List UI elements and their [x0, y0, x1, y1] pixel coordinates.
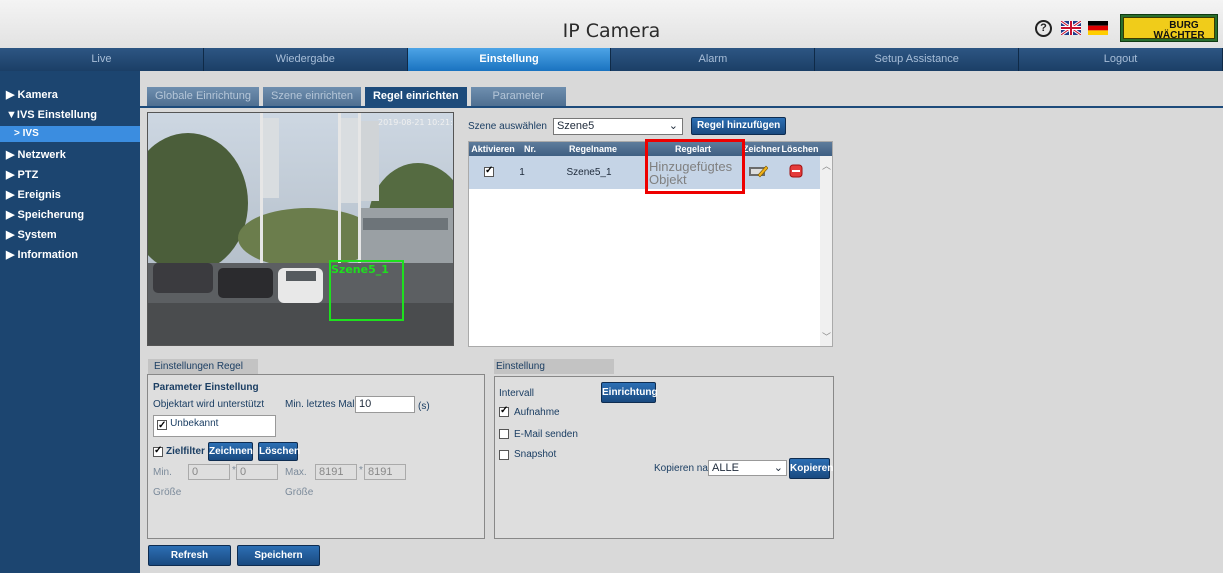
setup-button[interactable]: Einrichtung [601, 382, 658, 403]
rule-number: 1 [519, 167, 525, 178]
times-sign: * [359, 465, 363, 476]
snapshot-checkbox[interactable] [499, 450, 509, 460]
draw-filter-button[interactable]: Zeichnen [208, 442, 253, 461]
scroll-up-icon[interactable]: ︿ [822, 159, 831, 172]
save-button[interactable]: Speichern [237, 545, 320, 566]
recording-checkbox[interactable] [499, 405, 509, 417]
delete-icon[interactable] [789, 164, 803, 178]
target-filter-label: Zielfilter [166, 446, 205, 457]
rule-settings-title: Einstellungen Regel [148, 359, 258, 374]
email-label: E-Mail senden [514, 429, 578, 440]
copy-to-value: ALLE [712, 462, 739, 474]
min-size-label: Größe [153, 487, 182, 498]
svg-text:WÄCHTER: WÄCHTER [1153, 28, 1205, 40]
sidebar-item-speicherung[interactable]: ▶ Speicherung [0, 205, 140, 225]
target-filter-checkbox[interactable] [153, 445, 163, 457]
rule-name: Szene5_1 [566, 167, 612, 178]
nav-tab-live[interactable]: Live [0, 48, 204, 71]
max-width-input[interactable]: 8191 [315, 464, 357, 480]
tab-parameter[interactable]: Parameter [470, 87, 566, 106]
highlight-box [645, 139, 745, 194]
scene-select-row: Szene auswählen Szene5 ⌄ Regel hinzufüge… [468, 117, 787, 135]
unknown-checkbox[interactable] [157, 418, 167, 433]
zone-label: Szene5_1 [331, 263, 389, 276]
german-flag-icon[interactable] [1088, 21, 1108, 35]
min-last-unit: (s) [418, 401, 430, 412]
nav-tab-logout[interactable]: Logout [1019, 48, 1223, 71]
scene-select-label: Szene auswählen [468, 120, 547, 132]
nav-tab-alarm[interactable]: Alarm [611, 48, 816, 71]
rule-settings-panel: Parameter Einstellung Objektart wird unt… [147, 374, 485, 539]
chevron-down-icon: ⌄ [773, 462, 783, 474]
min-width-input[interactable]: 0 [188, 464, 230, 480]
table-scrollbar[interactable]: ︿ ﹀ [820, 156, 832, 346]
column-header: Zeichnen [743, 144, 780, 154]
main-nav: Live Wiedergabe Einstellung Alarm Setup … [0, 48, 1223, 71]
email-checkbox[interactable] [499, 429, 509, 439]
pencil-icon[interactable] [748, 164, 768, 178]
column-header: Löschen [781, 144, 819, 154]
uk-flag-icon[interactable] [1061, 21, 1081, 35]
sidebar-item-information[interactable]: ▶ Information [0, 245, 140, 265]
min-label: Min. [153, 467, 172, 478]
interval-label: Intervall [499, 388, 535, 399]
sidebar-item-ereignis[interactable]: ▶ Ereignis [0, 185, 140, 205]
sidebar-item-ivs[interactable]: > IVS [0, 126, 140, 142]
svg-text:2019-08-21 10:21:14: 2019-08-21 10:21:14 [378, 118, 454, 127]
alarm-settings-title: Einstellung Alarmaktivierung [494, 359, 614, 387]
param-heading: Parameter Einstellung [153, 382, 259, 393]
max-height-input[interactable]: 8191 [364, 464, 406, 480]
tab-szene-einrichten[interactable]: Szene einrichten [263, 87, 361, 106]
scene-select-value: Szene5 [556, 119, 595, 132]
column-header: Regelname [568, 144, 618, 154]
brand-logo: BURG WÄCHTER [1120, 14, 1218, 42]
tab-globale-einrichtung[interactable]: Globale Einrichtung [147, 87, 260, 106]
refresh-button[interactable]: Refresh [148, 545, 231, 566]
alarm-settings-panel: Intervall Einrichtung Aufnahme E-Mail se… [494, 376, 834, 539]
sidebar-item-ptz[interactable]: ▶ PTZ [0, 165, 140, 185]
chevron-down-icon: ⌄ [668, 119, 678, 132]
main-content: Globale Einrichtung Szene einrichten Reg… [140, 71, 1223, 573]
min-height-input[interactable]: 0 [236, 464, 278, 480]
rule-table: Aktivieren Nr. Regelname Regelart Zeichn… [468, 139, 833, 347]
snapshot-label: Snapshot [514, 449, 557, 460]
tab-underline [140, 106, 1223, 108]
header: IP Camera ? BURG WÄCHTER [0, 0, 1223, 48]
scroll-down-icon[interactable]: ﹀ [822, 330, 831, 343]
camera-scene-image: 2019-08-21 10:21:14 [148, 113, 454, 345]
nav-tab-einstellung[interactable]: Einstellung [407, 48, 612, 71]
sidebar: ▶ Kamera ▼IVS Einstellung > IVS ▶ Netzwe… [0, 71, 140, 573]
object-type-list[interactable]: Unbekannt [153, 415, 276, 437]
nav-tab-wiedergabe[interactable]: Wiedergabe [203, 48, 408, 71]
sidebar-item-ivs-einstellung[interactable]: ▼IVS Einstellung [0, 105, 140, 125]
object-type-label: Objektart wird unterstützt [153, 399, 265, 410]
copy-button[interactable]: Kopieren [789, 458, 833, 479]
sidebar-item-system[interactable]: ▶ System [0, 225, 140, 245]
column-header: Aktivieren [471, 144, 515, 154]
rule-enable-checkbox[interactable] [484, 165, 494, 178]
unknown-label: Unbekannt [170, 418, 219, 429]
add-rule-button[interactable]: Regel hinzufügen [690, 117, 787, 135]
copy-to-select[interactable]: ALLE ⌄ [708, 460, 787, 476]
question-circle-icon[interactable]: ? [1035, 20, 1052, 37]
delete-filter-button[interactable]: Löschen [258, 442, 300, 461]
min-last-input[interactable]: 10 [355, 396, 415, 413]
min-last-label: Min. letztes Mal [285, 399, 355, 410]
sidebar-item-kamera[interactable]: ▶ Kamera [0, 85, 140, 105]
sub-tabs: Globale Einrichtung Szene einrichten Reg… [147, 87, 570, 106]
camera-preview[interactable]: 2019-08-21 10:21:14 Szene5_1 [147, 112, 454, 346]
column-header: Nr. [523, 144, 536, 154]
nav-tab-setup-assistance[interactable]: Setup Assistance [815, 48, 1020, 71]
recording-label: Aufnahme [514, 407, 560, 418]
tab-regel-einrichten[interactable]: Regel einrichten [364, 87, 467, 106]
max-label: Max. [285, 467, 307, 478]
sidebar-item-netzwerk[interactable]: ▶ Netzwerk [0, 145, 140, 165]
max-size-label: Größe [285, 487, 314, 498]
scene-select[interactable]: Szene5 ⌄ [552, 117, 683, 135]
